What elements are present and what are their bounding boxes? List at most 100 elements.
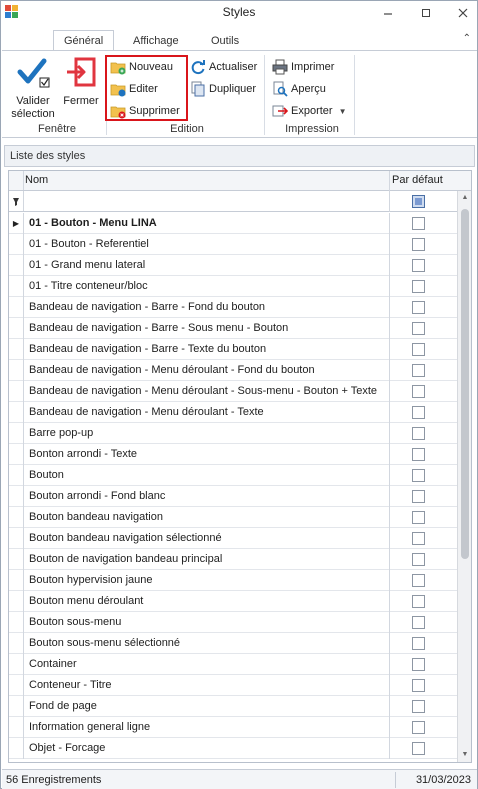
vertical-scrollbar[interactable]: ▲ ▼ [457,191,471,762]
default-cell [389,381,457,402]
row-indicator [9,234,24,255]
refresh-button[interactable]: Actualiser [190,57,257,77]
scroll-up-icon[interactable]: ▲ [458,191,471,205]
table-row[interactable]: Bouton bandeau navigation sélectionné [9,528,457,549]
default-checkbox[interactable] [412,238,425,251]
default-cell [389,423,457,444]
default-checkbox[interactable] [412,595,425,608]
table-row[interactable]: Bandeau de navigation - Menu déroulant -… [9,402,457,423]
column-header-name[interactable]: Nom [25,174,48,186]
table-row[interactable]: Bouton menu déroulant [9,591,457,612]
close-window-button[interactable] [449,3,477,23]
table-row[interactable]: Bouton [9,465,457,486]
default-checkbox[interactable] [412,511,425,524]
style-name-cell: Bouton menu déroulant [29,595,144,607]
table-row[interactable]: Bandeau de navigation - Menu déroulant -… [9,360,457,381]
row-indicator [9,423,24,444]
preview-button[interactable]: Aperçu [272,79,326,99]
default-checkbox[interactable] [412,742,425,755]
style-name-cell: Container [29,658,77,670]
group-label-edition: Edition [170,123,204,135]
default-checkbox[interactable] [412,217,425,230]
default-checkbox[interactable] [412,700,425,713]
default-checkbox[interactable] [412,532,425,545]
table-row[interactable]: Bouton hypervision jaune [9,570,457,591]
default-checkbox[interactable] [412,259,425,272]
table-row[interactable]: Bouton de navigation bandeau principal [9,549,457,570]
default-checkbox[interactable] [412,280,425,293]
scrollbar-thumb[interactable] [461,209,469,559]
default-cell [389,654,457,675]
default-cell [389,696,457,717]
table-row[interactable]: Bouton sous-menu [9,612,457,633]
maximize-button[interactable] [412,3,440,23]
column-header-default[interactable]: Par défaut [389,171,457,191]
default-checkbox[interactable] [412,679,425,692]
default-filter-checkbox[interactable] [412,195,425,208]
table-row[interactable]: Bandeau de navigation - Barre - Texte du… [9,339,457,360]
table-row[interactable]: 01 - Bouton - Referentiel [9,234,457,255]
default-checkbox[interactable] [412,637,425,650]
name-filter-input[interactable] [25,191,389,212]
table-row[interactable]: Bouton arrondi - Fond blanc [9,486,457,507]
style-name-cell: Bouton bandeau navigation sélectionné [29,532,222,544]
scroll-down-icon[interactable]: ▼ [458,748,471,762]
table-row[interactable]: Fond de page [9,696,457,717]
table-row[interactable]: Bouton bandeau navigation [9,507,457,528]
table-row[interactable]: ▶ 01 - Bouton - Menu LINA [9,213,457,234]
minimize-button[interactable] [374,3,402,23]
default-checkbox[interactable] [412,721,425,734]
row-indicator [9,255,24,276]
table-row[interactable]: 01 - Grand menu lateral [9,255,457,276]
default-checkbox[interactable] [412,385,425,398]
table-row[interactable]: Bouton sous-menu sélectionné [9,633,457,654]
table-row[interactable]: 01 - Titre conteneur/bloc [9,276,457,297]
filter-row [9,191,457,212]
duplicate-button[interactable]: Dupliquer [190,79,256,99]
row-indicator [9,339,24,360]
style-name-cell: Bandeau de navigation - Barre - Fond du … [29,301,266,313]
panel-title: Liste des styles [4,145,475,167]
preview-label: Aperçu [291,83,326,95]
table-row[interactable]: Information general ligne [9,717,457,738]
default-checkbox[interactable] [412,427,425,440]
table-row[interactable]: Bonton arrondi - Texte [9,444,457,465]
default-checkbox[interactable] [412,469,425,482]
default-checkbox[interactable] [412,364,425,377]
default-checkbox[interactable] [412,616,425,629]
default-checkbox[interactable] [412,322,425,335]
default-checkbox[interactable] [412,490,425,503]
default-checkbox[interactable] [412,553,425,566]
close-button[interactable]: Fermer [60,55,102,108]
collapse-ribbon-icon[interactable]: ⌃ [463,33,471,44]
tab-general[interactable]: Général [53,30,115,52]
row-indicator [9,696,24,717]
default-checkbox[interactable] [412,448,425,461]
export-label: Exporter [291,105,333,117]
chevron-down-icon[interactable]: ▼ [339,107,347,116]
validate-label-1: Valider [16,95,50,107]
default-checkbox[interactable] [412,574,425,587]
table-row[interactable]: Conteneur - Titre [9,675,457,696]
tab-affichage[interactable]: Affichage [123,31,189,51]
status-bar: 56 Enregistrements 31/03/2023 [2,769,477,789]
export-button[interactable]: Exporter ▼ [272,101,347,121]
print-button[interactable]: Imprimer [272,57,334,77]
table-row[interactable]: Objet - Forcage [9,738,457,759]
validate-selection-button[interactable]: Valider sélection [8,55,58,121]
group-label-fenetre: Fenêtre [38,123,76,135]
row-indicator [9,297,24,318]
style-name-cell: 01 - Titre conteneur/bloc [29,280,148,292]
default-checkbox[interactable] [412,406,425,419]
tab-outils[interactable]: Outils [201,31,249,51]
table-row[interactable]: Barre pop-up [9,423,457,444]
table-row[interactable]: Bandeau de navigation - Barre - Fond du … [9,297,457,318]
default-checkbox[interactable] [412,658,425,671]
table-row[interactable]: Bandeau de navigation - Barre - Sous men… [9,318,457,339]
edition-highlight-box [105,55,188,121]
default-checkbox[interactable] [412,343,425,356]
default-checkbox[interactable] [412,301,425,314]
table-row[interactable]: Container [9,654,457,675]
table-row[interactable]: Bandeau de navigation - Menu déroulant -… [9,381,457,402]
style-name-cell: Bouton [29,469,64,481]
